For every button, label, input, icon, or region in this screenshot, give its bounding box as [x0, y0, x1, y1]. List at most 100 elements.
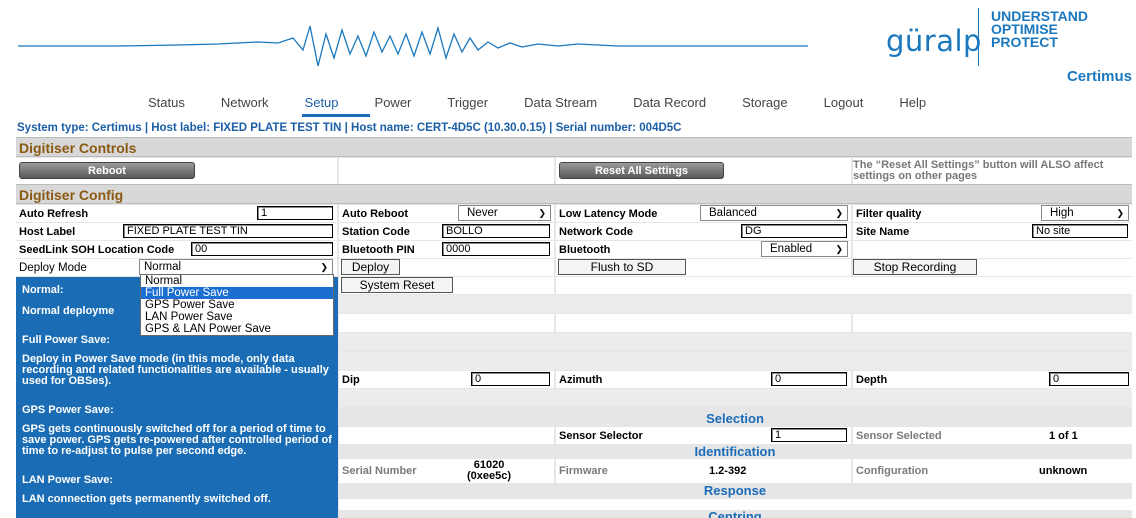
nav-setup[interactable]: Setup [305, 95, 339, 110]
dropdown-option-lan-power-save[interactable]: LAN Power Save [141, 311, 333, 323]
logo-divider [978, 8, 979, 66]
help-lan-text: LAN connection gets permanently switched… [22, 493, 271, 505]
empty-row [339, 295, 1132, 313]
serial-number-label: Serial Number [342, 465, 417, 477]
digitiser-config-header: Digitiser Config [16, 184, 1132, 204]
auto-reboot-select[interactable]: Never ❯ [458, 205, 551, 221]
chevron-down-icon: ❯ [320, 262, 328, 272]
selection-header: Selection [338, 412, 1132, 426]
bluetooth-cell: Bluetooth Enabled ❯ [556, 241, 851, 258]
dip-cell: Dip 0 [339, 371, 554, 388]
nav-data-stream[interactable]: Data Stream [524, 95, 597, 110]
bluetooth-pin-label: Bluetooth PIN [342, 243, 415, 256]
sensor-selected-value: 1 of 1 [1049, 429, 1078, 442]
deploy-button[interactable]: Deploy [341, 259, 400, 275]
auto-reboot-label: Auto Reboot [342, 207, 408, 220]
auto-reboot-value: Never [467, 207, 498, 219]
empty-cell [853, 241, 1132, 258]
deploy-mode-value: Normal [144, 261, 182, 273]
nav-storage[interactable]: Storage [742, 95, 788, 110]
sensor-selected-cell: Sensor Selected 1 of 1 [853, 427, 1132, 444]
bluetooth-pin-cell: Bluetooth PIN 0000 [339, 241, 554, 258]
bluetooth-select[interactable]: Enabled ❯ [761, 241, 848, 257]
depth-label: Depth [856, 373, 888, 386]
sensor-selector-cell: Sensor Selector 1 [556, 427, 851, 444]
sensor-selected-label: Sensor Selected [856, 429, 942, 442]
station-code-input[interactable]: BOLLO [442, 224, 550, 238]
empty-row [339, 333, 1132, 351]
reset-all-settings-button[interactable]: Reset All Settings [559, 162, 724, 179]
filter-quality-select[interactable]: High ❯ [1041, 205, 1129, 221]
bluetooth-label: Bluetooth [559, 243, 611, 256]
nav-network[interactable]: Network [221, 95, 269, 110]
flush-to-sd-button[interactable]: Flush to SD [558, 259, 686, 275]
host-label-input[interactable]: FIXED PLATE TEST TIN [123, 224, 333, 238]
auto-reboot-cell: Auto Reboot Never ❯ [339, 205, 554, 222]
depth-input[interactable]: 0 [1049, 372, 1129, 386]
site-name-input[interactable]: No site [1032, 224, 1128, 238]
site-name-label: Site Name [856, 225, 910, 238]
dropdown-option-full-power-save[interactable]: Full Power Save [141, 287, 333, 299]
serial-number-values: 61020 (0xee5c) [467, 460, 511, 482]
reset-note: The “Reset All Settings” button will ALS… [853, 159, 1104, 182]
chevron-down-icon: ❯ [538, 208, 546, 218]
reset-cell: Reset All Settings [556, 158, 851, 184]
nav-data-record[interactable]: Data Record [633, 95, 706, 110]
chevron-down-icon: ❯ [835, 244, 843, 254]
dropdown-option-gps-power-save[interactable]: GPS Power Save [141, 299, 333, 311]
nav-trigger[interactable]: Trigger [447, 95, 488, 110]
help-lan-title: LAN Power Save: [22, 474, 114, 486]
empty-cell [339, 314, 554, 332]
response-header: Response [338, 484, 1132, 498]
deploy-mode-label: Deploy Mode [19, 261, 87, 274]
firmware-cell: Firmware 1.2-392 [556, 459, 851, 483]
product-name: Certimus [1066, 68, 1132, 85]
configuration-cell: Configuration unknown [853, 459, 1132, 483]
seedlink-input[interactable]: 00 [191, 242, 333, 256]
auto-refresh-input[interactable]: 1 [257, 206, 333, 220]
nav-help[interactable]: Help [899, 95, 926, 110]
station-code-cell: Station Code BOLLO [339, 223, 554, 240]
sensor-selector-input[interactable]: 1 [771, 428, 847, 442]
bluetooth-pin-input[interactable]: 0000 [442, 242, 550, 256]
dropdown-option-normal[interactable]: Normal [141, 275, 333, 287]
identification-header: Identification [338, 445, 1132, 459]
help-gps-title: GPS Power Save: [22, 404, 114, 416]
low-latency-label: Low Latency Mode [559, 207, 658, 220]
empty-cell [339, 427, 554, 444]
low-latency-select[interactable]: Balanced ❯ [700, 205, 848, 221]
reboot-button[interactable]: Reboot [19, 162, 195, 179]
network-code-input[interactable]: DG [741, 224, 847, 238]
flush-cell: Flush to SD [556, 259, 851, 276]
nav-power[interactable]: Power [375, 95, 412, 110]
dropdown-option-gps-lan-power-save[interactable]: GPS & LAN Power Save [141, 323, 333, 335]
system-reset-button[interactable]: System Reset [341, 277, 453, 293]
bluetooth-value: Enabled [770, 243, 813, 255]
serial-number-cell: Serial Number 61020 (0xee5c) [339, 459, 554, 483]
nav-active-underline [302, 114, 370, 117]
stop-cell: Stop Recording [853, 259, 1132, 276]
brand-tagline: UNDERSTAND OPTIMISE PROTECT [991, 9, 1131, 49]
chevron-down-icon: ❯ [835, 208, 843, 218]
empty-cell [556, 277, 1132, 294]
stop-recording-button[interactable]: Stop Recording [853, 259, 977, 275]
dip-input[interactable]: 0 [471, 372, 550, 386]
host-label-label: Host Label [19, 225, 76, 238]
network-code-cell: Network Code DG [556, 223, 851, 240]
filter-quality-label: Filter quality [856, 207, 922, 220]
configuration-value: unknown [1039, 465, 1088, 477]
firmware-label: Firmware [559, 465, 608, 477]
serial-number-hex: (0xee5c) [467, 470, 512, 482]
empty-cell [853, 314, 1132, 332]
deploy-mode-select[interactable]: Normal ❯ [139, 259, 333, 275]
nav-status[interactable]: Status [148, 95, 185, 110]
azimuth-label: Azimuth [559, 373, 603, 386]
low-latency-cell: Low Latency Mode Balanced ❯ [556, 205, 851, 222]
seedlink-cell: SeedLink SOH Location Code 00 [16, 241, 337, 258]
deploy-cell: Deploy [339, 259, 554, 276]
nav-logout[interactable]: Logout [824, 95, 864, 110]
dip-label: Dip [342, 373, 360, 386]
auto-refresh-label: Auto Refresh [19, 207, 89, 220]
azimuth-input[interactable]: 0 [771, 372, 847, 386]
filter-quality-value: High [1050, 207, 1074, 219]
